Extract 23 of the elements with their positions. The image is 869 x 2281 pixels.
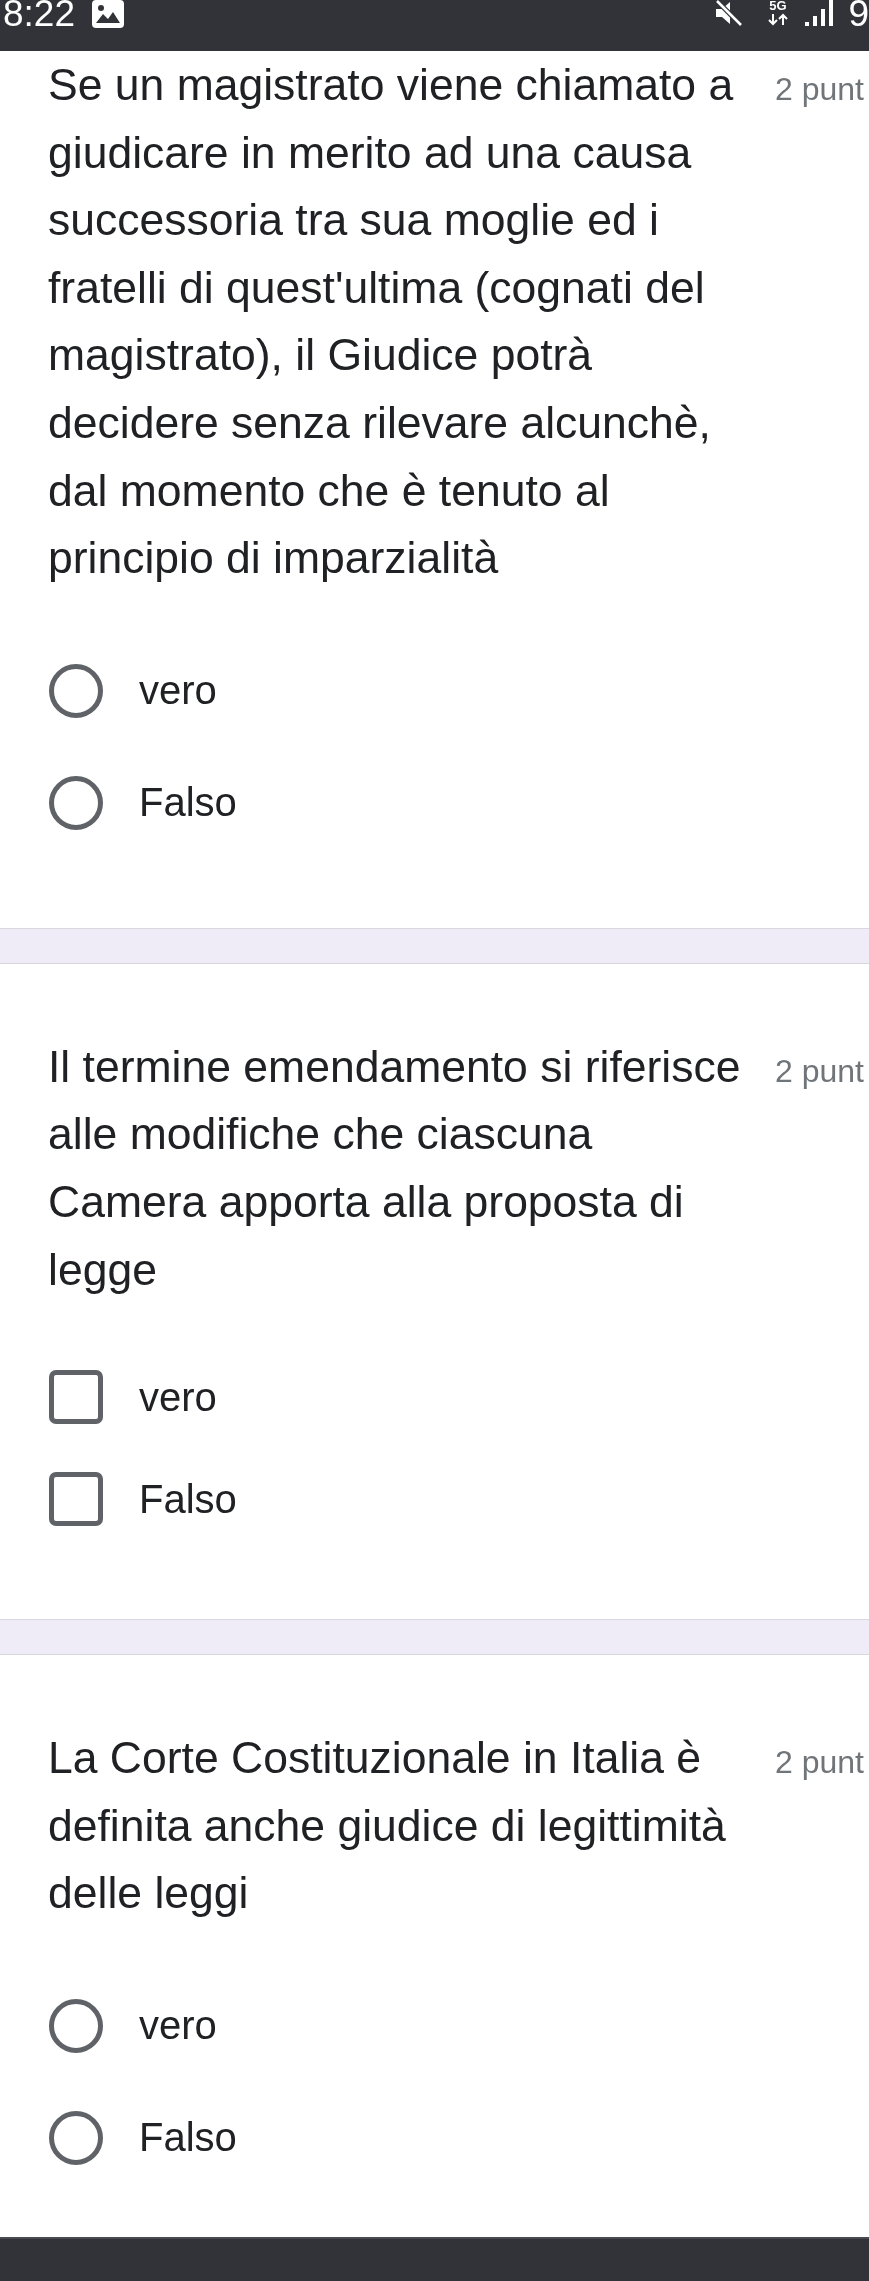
option-label[interactable]: Falso [139,1476,237,1522]
points-label: 2 punt [775,1052,864,1090]
radio-button[interactable] [49,775,103,830]
radio-button[interactable] [49,2110,103,2165]
question-text: Il termine emendamento si riferisce alle modifiche che ciascuna Camera apporta alla proposta di legge [48,1040,742,1296]
option-label[interactable]: Falso [139,2115,237,2161]
status-time: 8:22 [3,0,75,28]
points-label: 2 punt [775,1744,864,1782]
points-label: 2 punt [775,71,864,108]
checkbox[interactable] [49,1472,103,1527]
battery-percent: 9 [848,0,869,28]
option-label[interactable]: vero [139,668,217,714]
option-label[interactable]: vero [139,2003,217,2049]
network-type-label: 5G [769,0,787,12]
signal-icon [805,0,834,26]
checkbox[interactable] [49,1370,103,1425]
option-label[interactable]: Falso [139,780,237,826]
radio-button[interactable] [49,663,103,718]
question-text: Se un magistrato viene chiamato a giudicare in merito ad una causa successoria tra sua moglie ed i fratelli di quest'ultima (cognati del magistrato), il Giudice potrà decidere senza rilevare alcunchè, dal momento che è tenuto al principio di imparzialità [48,59,735,585]
question-text: La Corte Costituzionale in Italia è definita anche giudice di legittimità delle leggi [48,1732,727,1920]
data-arrows-icon [766,13,789,26]
option-label[interactable]: vero [139,1374,217,1420]
radio-button[interactable] [49,1998,103,2053]
